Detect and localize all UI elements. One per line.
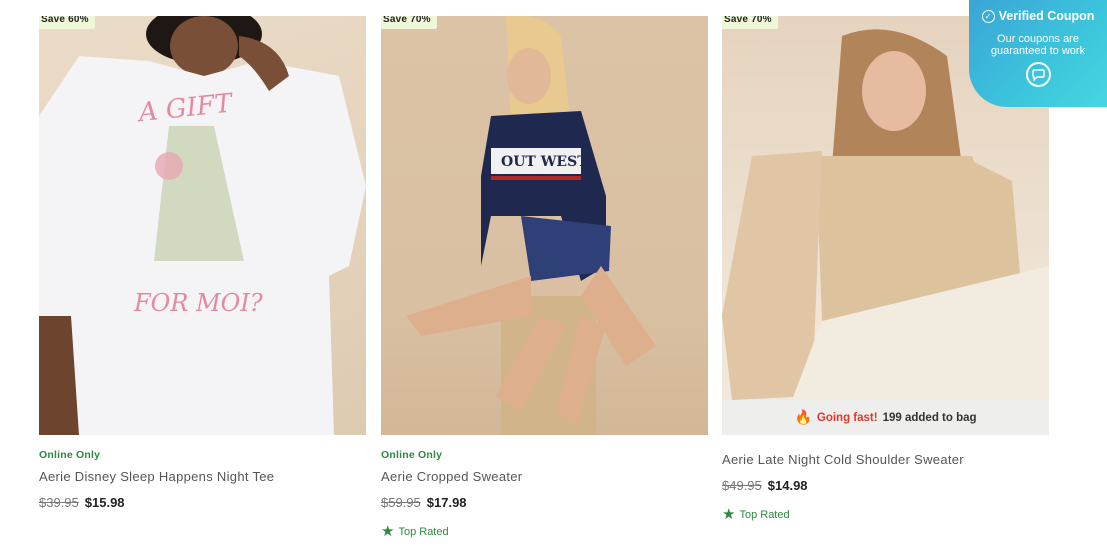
product-card-2[interactable]: OUT WEST Save 70% Online Only Aerie Crop… <box>381 16 708 539</box>
coupon-subtitle: Our coupons are guaranteed to work <box>990 33 1086 57</box>
coupon-header: ✓ Verified Coupon <box>969 9 1107 23</box>
rating-text: Top Rated <box>739 508 790 521</box>
check-circle-icon: ✓ <box>981 9 995 23</box>
online-only-tag: Online Only <box>381 449 443 461</box>
product-title[interactable]: Aerie Cropped Sweater <box>381 469 708 484</box>
product-image[interactable]: A GIFT FOR MOI? Save 60% <box>39 16 366 435</box>
star-icon: ★ <box>722 506 736 523</box>
sale-price: $15.98 <box>84 495 125 510</box>
coupon-title: Verified Coupon <box>998 9 1095 23</box>
tee-print-bottom: FOR MOI? <box>133 289 263 317</box>
original-price: $49.95 <box>722 478 762 493</box>
price-row: $49.95 $14.98 <box>722 478 1049 493</box>
going-fast-label: Going fast! <box>816 411 878 424</box>
verified-coupon-widget[interactable]: ✓ Verified Coupon Our coupons are guaran… <box>969 0 1107 107</box>
added-to-bag-count: 199 added to bag <box>882 411 977 424</box>
discount-badge: Save 70% <box>722 16 778 29</box>
going-fast-bar: 🔥 Going fast! 199 added to bag <box>722 400 1049 435</box>
product-title[interactable]: Aerie Disney Sleep Happens Night Tee <box>39 469 366 484</box>
price-row: $59.95 $17.98 <box>381 495 708 510</box>
star-icon: ★ <box>381 523 395 540</box>
product-image[interactable]: OUT WEST Save 70% <box>381 16 708 435</box>
discount-badge: Save 70% <box>381 16 437 29</box>
sale-price: $17.98 <box>426 495 467 510</box>
online-only-tag: Online Only <box>39 449 101 461</box>
product-photo-tee: A GIFT FOR MOI? <box>39 16 366 435</box>
top-rated-label: ★ Top Rated <box>381 524 708 539</box>
original-price: $59.95 <box>381 495 421 510</box>
chat-bubble-icon[interactable] <box>1025 62 1051 87</box>
flame-icon: 🔥 <box>794 409 812 425</box>
product-card-1[interactable]: A GIFT FOR MOI? Save 60% Online Only Aer… <box>39 16 366 510</box>
rating-text: Top Rated <box>398 525 449 538</box>
product-photo-sweater: OUT WEST <box>406 16 656 435</box>
discount-badge: Save 60% <box>39 16 95 29</box>
original-price: $39.95 <box>39 495 79 510</box>
sale-price: $14.98 <box>767 478 808 493</box>
product-title[interactable]: Aerie Late Night Cold Shoulder Sweater <box>722 452 1049 467</box>
price-row: $39.95 $15.98 <box>39 495 366 510</box>
top-rated-label: ★ Top Rated <box>722 507 1049 522</box>
sweater-print: OUT WEST <box>501 154 588 170</box>
